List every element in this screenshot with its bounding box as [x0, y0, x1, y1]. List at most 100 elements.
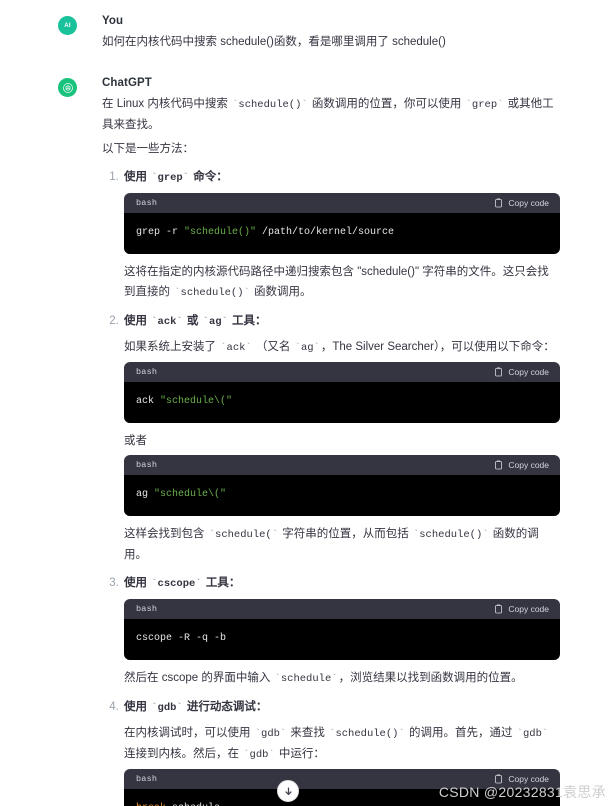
inline-code-grep: grep — [150, 172, 190, 184]
code-language-label: bash — [136, 198, 158, 208]
user-message: AI You 如何在内核代码中搜索 schedule()函数，看是哪里调用了 s… — [0, 0, 614, 52]
lead-text-2: 来查找 — [287, 727, 329, 739]
step-title-prefix: 使用 — [124, 315, 151, 327]
inline-code-schedule: schedule — [274, 673, 339, 685]
inline-code-cscope: cscope — [150, 578, 202, 590]
assistant-intro-paragraph-2: 以下是一些方法： — [102, 143, 194, 155]
step-title-prefix: 使用 — [124, 577, 151, 589]
inline-code-schedule: schedule() — [173, 287, 251, 299]
clipboard-icon — [495, 460, 503, 470]
code-language-label: bash — [136, 604, 158, 614]
list-item: 使用 ack 或 ag 工具： 如果系统上安装了 ack （又名 ag，The … — [122, 311, 560, 565]
scroll-to-bottom-button[interactable] — [277, 780, 299, 802]
step-title: 使用 cscope 工具： — [124, 573, 560, 594]
explanation-text-2: 函数调用。 — [250, 286, 312, 298]
code-language-label: bash — [136, 774, 158, 784]
code-block-content: ag "schedule\(" — [124, 475, 560, 516]
code-block: bash Copy code ag "schedule\(" — [124, 455, 560, 516]
chatgpt-conversation-page: AI You 如何在内核代码中搜索 schedule()函数，看是哪里调用了 s… — [0, 0, 614, 806]
code-token: ack — [136, 396, 161, 407]
step-title-mid: 或 — [183, 315, 202, 327]
assistant-message: ChatGPT 在 Linux 内核代码中搜索 schedule() 函数调用的… — [0, 52, 614, 806]
copy-code-label: Copy code — [508, 198, 549, 208]
code-block-content: ack "schedule\(" — [124, 382, 560, 423]
copy-code-button[interactable]: Copy code — [494, 198, 549, 208]
steps-list: 使用 grep 命令： bash Copy code — [102, 167, 560, 806]
code-block-header: bash Copy code — [124, 362, 560, 382]
assistant-message-body: ChatGPT 在 Linux 内核代码中搜索 schedule() 函数调用的… — [92, 76, 614, 806]
code-token: "schedule()" — [184, 227, 257, 238]
user-message-body: You 如何在内核代码中搜索 schedule()函数，看是哪里调用了 sche… — [92, 14, 614, 52]
inline-code-gdb: gdb — [242, 749, 276, 761]
copy-code-label: Copy code — [508, 460, 549, 470]
avatar-label: AI — [64, 22, 71, 29]
step-title-suffix: 进行动态调试： — [183, 701, 268, 713]
list-item: 使用 grep 命令： bash Copy code — [122, 167, 560, 303]
inline-code-gdb: gdb — [254, 728, 288, 740]
explanation-text-2: 字符串的位置，从而包括 — [279, 528, 412, 540]
step-title-suffix: 工具： — [202, 577, 241, 589]
lead-text-4: 连接到内核。然后，在 — [124, 748, 243, 760]
step-title-prefix: 使用 — [124, 171, 151, 183]
step-explanation: 然后在 cscope 的界面中输入 schedule，浏览结果以找到函数调用的位… — [124, 668, 560, 689]
code-token: cscope -R -q -b — [136, 633, 227, 644]
user-message-text: 如何在内核代码中搜索 schedule()函数，看是哪里调用了 schedule… — [102, 36, 446, 48]
code-block: bash Copy code cscope -R -q -b — [124, 599, 560, 660]
lead-text-5: 中运行： — [275, 748, 325, 760]
step-title-prefix: 使用 — [124, 701, 151, 713]
step-lead: 如果系统上安装了 ack （又名 ag，The Silver Searcher）… — [124, 337, 560, 358]
openai-logo-icon — [58, 78, 77, 97]
code-block: bash Copy code grep -r "schedule()" /pat… — [124, 193, 560, 254]
code-token: /path/to/kernel/source — [256, 227, 395, 238]
clipboard-icon — [495, 198, 503, 208]
code-block-header: bash Copy code — [124, 599, 560, 619]
code-token: "schedule\(" — [160, 396, 233, 407]
arrow-down-icon — [284, 786, 292, 795]
code-token: grep -r — [136, 227, 185, 238]
inline-code-schedule: schedule() — [231, 99, 309, 111]
clipboard-icon — [495, 367, 503, 377]
copy-code-button[interactable]: Copy code — [494, 367, 549, 377]
avatar: AI — [58, 16, 77, 35]
clipboard-icon — [495, 604, 503, 614]
code-block-header: bash Copy code — [124, 193, 560, 213]
assistant-intro-paragraph: 在 Linux 内核代码中搜索 schedule() 函数调用的位置，你可以使用… — [102, 94, 560, 135]
watermark: CSDN @20232831袁思承 — [438, 784, 606, 800]
copy-code-label: Copy code — [508, 604, 549, 614]
inline-code-ag: ag — [294, 342, 321, 354]
copy-code-label: Copy code — [508, 367, 549, 377]
step-title: 使用 gdb 进行动态调试： — [124, 697, 560, 718]
inline-code-ag: ag — [202, 316, 229, 328]
code-language-label: bash — [136, 367, 158, 377]
step-explanation: 这将在指定的内核源代码路径中递归搜索包含 "schedule()" 字符串的文件… — [124, 262, 560, 303]
step-title-suffix: 工具： — [228, 315, 267, 327]
copy-code-button[interactable]: Copy code — [494, 604, 549, 614]
explanation-text-2: ，浏览结果以找到函数调用的位置。 — [338, 672, 523, 684]
code-block: bash Copy code ack "schedule\(" — [124, 362, 560, 423]
explanation-text: 然后在 cscope 的界面中输入 — [124, 672, 274, 684]
message-author: ChatGPT — [102, 77, 152, 89]
code-language-label: bash — [136, 460, 158, 470]
inline-code-schedule: schedule() — [328, 728, 406, 740]
lead-text-2: （又名 — [252, 341, 294, 353]
inline-code-ack: ack — [219, 342, 253, 354]
step-title: 使用 grep 命令： — [124, 167, 560, 188]
code-token: ag — [136, 489, 155, 500]
copy-code-button[interactable]: Copy code — [494, 460, 549, 470]
alternative-label: 或者 — [124, 435, 147, 447]
list-item: 使用 cscope 工具： bash Copy code — [122, 573, 560, 689]
lead-text-3: ，The Silver Searcher），可以使用以下命令： — [320, 341, 555, 353]
step-lead: 在内核调试时，可以使用 gdb 来查找 schedule() 的调用。首先，通过… — [124, 723, 560, 765]
inline-code-gdb: gdb — [150, 702, 184, 714]
code-block-content: cscope -R -q -b — [124, 619, 560, 660]
lead-text-1: 在内核调试时，可以使用 — [124, 727, 254, 739]
message-author: You — [102, 15, 124, 27]
inline-code-schedule-open: schedule( — [208, 529, 279, 541]
lead-text-3: 的调用。首先，通过 — [405, 727, 516, 739]
step-title: 使用 ack 或 ag 工具： — [124, 311, 560, 332]
intro-text-1: 在 Linux 内核代码中搜索 — [102, 98, 232, 110]
inline-code-schedule: schedule() — [412, 529, 490, 541]
code-token: "schedule\(" — [154, 489, 227, 500]
step-title-suffix: 命令： — [190, 171, 228, 183]
lead-text-1: 如果系统上安装了 — [124, 341, 220, 353]
